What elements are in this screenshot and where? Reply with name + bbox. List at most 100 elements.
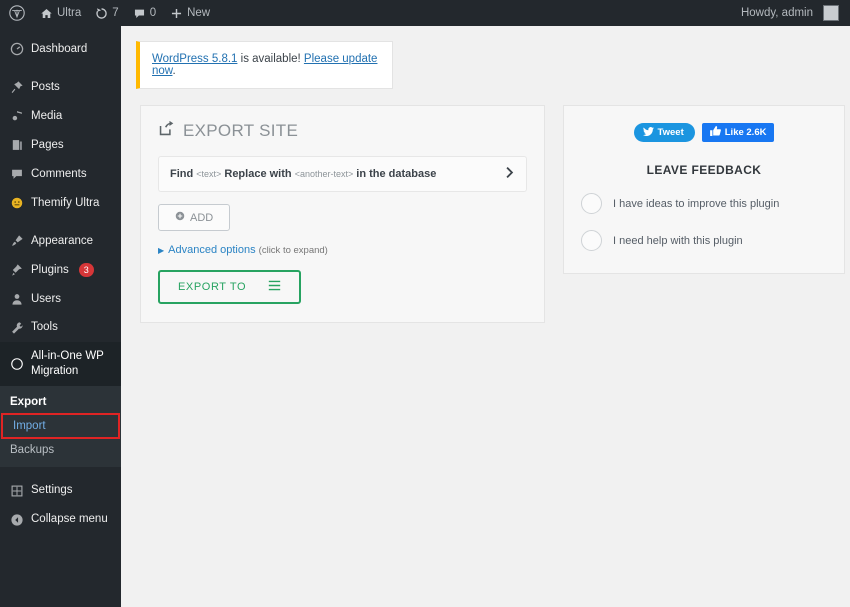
updates-count: 7 bbox=[112, 7, 119, 19]
sidebar-item-label: Users bbox=[31, 292, 62, 305]
sidebar-item-label: Appearance bbox=[31, 234, 94, 247]
sidebar-item-label: Media bbox=[31, 109, 63, 122]
tweet-label: Tweet bbox=[657, 127, 684, 138]
leave-feedback-panel: Tweet Like 2.6K LEAVE FEEDBACK I have id… bbox=[563, 105, 845, 274]
sidebar-item-plugins[interactable]: Plugins 3 bbox=[0, 256, 121, 285]
main-content: WordPress 5.8.1 is available! Please upd… bbox=[121, 26, 850, 607]
updates-button[interactable]: 7 bbox=[88, 0, 125, 26]
sidebar-item-settings[interactable]: Settings bbox=[0, 476, 121, 505]
wordpress-logo-button[interactable] bbox=[0, 0, 33, 26]
sidebar-item-pages[interactable]: Pages bbox=[0, 131, 121, 160]
comments-count: 0 bbox=[149, 7, 157, 19]
migration-icon bbox=[9, 357, 24, 371]
social-buttons: Tweet Like 2.6K bbox=[564, 123, 844, 142]
updates-icon bbox=[95, 7, 108, 20]
advanced-options-label: Advanced options bbox=[168, 244, 256, 256]
facebook-like-button[interactable]: Like 2.6K bbox=[701, 123, 775, 142]
sidebar-item-themify-ultra[interactable]: Themify Ultra bbox=[0, 189, 121, 218]
home-icon bbox=[40, 7, 53, 20]
media-icon bbox=[9, 109, 24, 123]
add-button[interactable]: ADD bbox=[158, 204, 231, 231]
replace-label: Replace with bbox=[224, 168, 292, 180]
chevron-right-icon[interactable] bbox=[504, 166, 515, 182]
admin-sidebar: Dashboard Posts Media Pages Comments The… bbox=[0, 26, 129, 607]
sidebar-item-label: Pages bbox=[31, 138, 64, 151]
notice-middle-text: is available! bbox=[237, 53, 304, 65]
plugins-update-badge: 3 bbox=[78, 262, 94, 278]
submenu-item-backups[interactable]: Backups bbox=[0, 439, 121, 461]
advanced-options-hint: (click to expand) bbox=[258, 245, 328, 256]
wordpress-version-link[interactable]: WordPress 5.8.1 bbox=[152, 53, 237, 65]
sidebar-item-label: Tools bbox=[31, 321, 58, 334]
comment-icon bbox=[9, 167, 24, 181]
avatar bbox=[823, 5, 839, 21]
site-name-button[interactable]: Ultra bbox=[33, 0, 88, 26]
feedback-option-improve[interactable]: I have ideas to improve this plugin bbox=[581, 193, 844, 214]
menu-spacer bbox=[0, 467, 121, 476]
find-value: <text> bbox=[196, 169, 222, 179]
sidebar-item-posts[interactable]: Posts bbox=[0, 73, 121, 102]
sidebar-item-comments[interactable]: Comments bbox=[0, 160, 121, 189]
brush-icon bbox=[9, 234, 24, 248]
export-to-label: EXPORT TO bbox=[178, 281, 247, 293]
advanced-options-toggle[interactable]: ▶ Advanced options (click to expand) bbox=[158, 244, 544, 256]
sidebar-item-users[interactable]: Users bbox=[0, 285, 121, 314]
collapse-icon bbox=[9, 513, 24, 527]
submenu-item-import[interactable]: Import bbox=[3, 415, 118, 437]
dashboard-icon bbox=[9, 42, 24, 56]
migration-submenu: Export Import Backups bbox=[0, 386, 121, 468]
feedback-option-label: I have ideas to improve this plugin bbox=[613, 197, 780, 210]
settings-icon bbox=[9, 484, 24, 498]
replace-value: <another-text> bbox=[294, 169, 354, 179]
account-menu[interactable]: Howdy, admin bbox=[734, 0, 850, 26]
submenu-item-import-highlight: Import bbox=[1, 413, 120, 440]
tools-icon bbox=[9, 321, 24, 335]
sidebar-item-label: Plugins bbox=[31, 263, 69, 276]
submenu-item-export[interactable]: Export bbox=[0, 391, 121, 413]
sidebar-item-all-in-one-wp-migration[interactable]: All-in-One WP Migration bbox=[0, 342, 129, 387]
plus-icon bbox=[170, 7, 183, 20]
radio-button[interactable] bbox=[581, 230, 602, 251]
caret-right-icon: ▶ bbox=[158, 246, 165, 255]
twitter-bird-icon bbox=[642, 126, 654, 139]
menu-spacer bbox=[0, 26, 121, 35]
sidebar-item-tools[interactable]: Tools bbox=[0, 313, 121, 342]
notice-period: . bbox=[172, 65, 176, 77]
export-site-header: EXPORT SITE bbox=[141, 106, 544, 148]
sidebar-item-appearance[interactable]: Appearance bbox=[0, 227, 121, 256]
leave-feedback-title: LEAVE FEEDBACK bbox=[646, 163, 762, 177]
sidebar-item-label: Dashboard bbox=[31, 43, 88, 55]
sidebar-item-label: Themify Ultra bbox=[31, 196, 100, 209]
hamburger-menu-icon bbox=[268, 280, 281, 294]
page-title: EXPORT SITE bbox=[183, 121, 299, 140]
sidebar-item-label: All-in-One WP Migration bbox=[31, 350, 104, 378]
wordpress-logo-icon bbox=[9, 5, 25, 21]
feedback-option-label: I need help with this plugin bbox=[613, 234, 743, 247]
themify-icon bbox=[9, 196, 24, 210]
find-replace-row[interactable]: Find <text> Replace with <another-text> … bbox=[158, 156, 527, 192]
export-site-panel: EXPORT SITE Find <text> Replace with <an… bbox=[140, 105, 545, 323]
menu-spacer bbox=[0, 64, 121, 73]
find-label: Find bbox=[170, 168, 194, 180]
plus-circle-icon bbox=[175, 211, 185, 224]
find-replace-text: Find <text> Replace with <another-text> … bbox=[170, 168, 504, 180]
new-content-label: New bbox=[187, 7, 211, 19]
comments-button[interactable]: 0 bbox=[126, 0, 163, 26]
howdy-label: Howdy, admin bbox=[740, 7, 813, 19]
new-content-button[interactable]: New bbox=[163, 0, 217, 26]
site-name-label: Ultra bbox=[57, 7, 82, 19]
like-label: Like 2.6K bbox=[724, 127, 767, 138]
update-notice: WordPress 5.8.1 is available! Please upd… bbox=[136, 41, 393, 89]
tweet-button[interactable]: Tweet bbox=[633, 123, 695, 142]
plugin-icon bbox=[9, 263, 24, 277]
add-button-label: ADD bbox=[190, 211, 214, 224]
feedback-option-help[interactable]: I need help with this plugin bbox=[581, 230, 844, 251]
database-suffix: in the database bbox=[356, 168, 437, 180]
radio-button[interactable] bbox=[581, 193, 602, 214]
comment-icon bbox=[133, 7, 146, 20]
sidebar-item-media[interactable]: Media bbox=[0, 102, 121, 131]
collapse-menu-button[interactable]: Collapse menu bbox=[0, 505, 121, 534]
sidebar-item-dashboard[interactable]: Dashboard bbox=[0, 35, 121, 64]
users-icon bbox=[9, 292, 24, 306]
export-to-button[interactable]: EXPORT TO bbox=[158, 270, 302, 304]
